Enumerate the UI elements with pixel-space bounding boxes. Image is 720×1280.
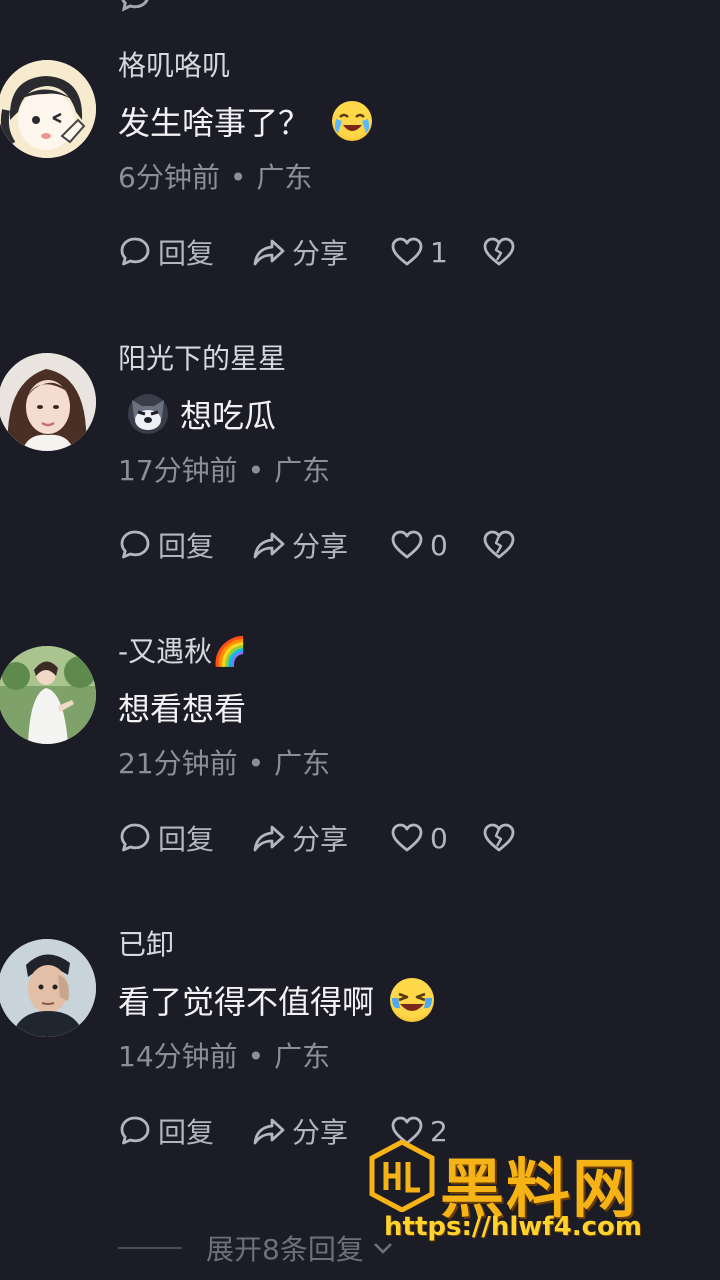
comment-text: 看了觉得不值得啊 <box>118 977 435 1023</box>
comment-actions: 回复 分享 0 <box>118 818 516 858</box>
like-count: 0 <box>430 528 448 562</box>
share-icon <box>253 239 285 266</box>
reply-icon <box>120 1116 150 1145</box>
broken-heart-icon <box>483 530 515 559</box>
username[interactable]: 已卸 <box>118 923 174 963</box>
share-button[interactable]: 分享 <box>252 818 390 858</box>
reply-button[interactable]: 回复 <box>118 232 252 272</box>
share-label: 分享 <box>292 1116 349 1149</box>
comment-text: 想看想看 <box>118 684 246 730</box>
like-button[interactable]: 1 <box>390 235 482 269</box>
reply-button[interactable]: 回复 <box>118 818 252 858</box>
comment-location: 广东 <box>274 747 331 780</box>
heart-icon <box>391 237 423 266</box>
crying-laugh-emoji-icon <box>332 101 373 141</box>
tears-of-joy-emoji-icon <box>390 978 435 1022</box>
reply-icon <box>120 237 150 266</box>
comment-actions: 回复 分享 0 <box>118 525 516 565</box>
comment-time: 14分钟前 <box>118 1040 238 1073</box>
share-button[interactable]: 分享 <box>252 525 390 565</box>
share-button[interactable]: 分享 <box>252 232 390 272</box>
husky-dog-emoji-icon <box>128 394 168 434</box>
dislike-button[interactable] <box>482 235 516 269</box>
comment-text-content: 想吃瓜 <box>180 397 277 435</box>
reply-icon <box>120 530 150 559</box>
comment-time: 6分钟前 <box>118 161 220 194</box>
comment-text-content: 发生啥事了？ <box>118 104 311 142</box>
comment-item: 格叽咯叽 发生啥事了？ 6分钟前 • 广东 回复 分享 1 <box>0 49 720 354</box>
share-icon <box>253 532 285 559</box>
comment-location: 广东 <box>274 1040 331 1073</box>
watermark-url: https://hlwf4.com <box>384 1212 642 1242</box>
share-icon <box>253 1118 285 1145</box>
reply-label: 回复 <box>158 1116 215 1149</box>
like-button[interactable]: 0 <box>390 821 482 855</box>
comment-meta: 21分钟前 • 广东 <box>118 747 331 780</box>
watermark: 黑料网 https://hlwf4.com <box>368 1138 698 1256</box>
share-icon <box>253 825 285 852</box>
comment-meta: 17分钟前 • 广东 <box>118 454 331 487</box>
like-count: 1 <box>430 235 448 269</box>
broken-heart-icon <box>483 237 515 266</box>
comment-actions: 回复 分享 1 <box>118 232 516 272</box>
like-button[interactable]: 0 <box>390 528 482 562</box>
avatar[interactable] <box>0 60 96 158</box>
reply-icon <box>120 823 150 852</box>
dislike-button[interactable] <box>482 821 516 855</box>
reply-label: 回复 <box>158 530 215 563</box>
username[interactable]: 格叽咯叽 <box>118 44 230 84</box>
reply-icon[interactable] <box>118 0 152 13</box>
reply-button[interactable]: 回复 <box>118 525 252 565</box>
reply-label: 回复 <box>158 237 215 270</box>
comment-text-content: 看了觉得不值得啊 <box>118 983 375 1021</box>
comment-time: 17分钟前 <box>118 454 238 487</box>
reply-button[interactable]: 回复 <box>118 1111 252 1151</box>
comment-text: 想吃瓜 <box>118 391 276 437</box>
like-count: 0 <box>430 821 448 855</box>
comment-meta: 14分钟前 • 广东 <box>118 1040 331 1073</box>
comment-time: 21分钟前 <box>118 747 238 780</box>
expand-replies-button[interactable]: 展开8条回复 <box>118 1228 396 1268</box>
expand-replies-label: 展开8条回复 <box>206 1233 364 1266</box>
share-label: 分享 <box>292 530 349 563</box>
share-label: 分享 <box>292 237 349 270</box>
username[interactable]: 阳光下的星星 <box>118 337 286 377</box>
avatar[interactable] <box>0 939 96 1037</box>
share-label: 分享 <box>292 823 349 856</box>
previous-comment-actions <box>118 0 152 14</box>
broken-heart-icon <box>483 823 515 852</box>
watermark-logo-icon <box>369 1140 435 1212</box>
comment-text-content: 想看想看 <box>118 690 247 728</box>
heart-icon <box>391 530 423 559</box>
comment-location: 广东 <box>274 454 331 487</box>
reply-label: 回复 <box>158 823 215 856</box>
dislike-button[interactable] <box>482 528 516 562</box>
heart-icon <box>391 823 423 852</box>
comment-meta: 6分钟前 • 广东 <box>118 161 313 194</box>
avatar[interactable] <box>0 646 96 744</box>
comment-location: 广东 <box>256 161 313 194</box>
avatar[interactable] <box>0 353 96 451</box>
comment-text: 发生啥事了？ <box>118 98 373 144</box>
comment-item: 阳光下的星星 想吃瓜 17分钟前 • 广东 回复 分享 0 <box>0 342 720 647</box>
username[interactable]: -又遇秋🌈 <box>118 630 247 670</box>
comment-item: -又遇秋🌈 想看想看 21分钟前 • 广东 回复 分享 0 <box>0 635 720 940</box>
divider-line <box>118 1247 182 1249</box>
